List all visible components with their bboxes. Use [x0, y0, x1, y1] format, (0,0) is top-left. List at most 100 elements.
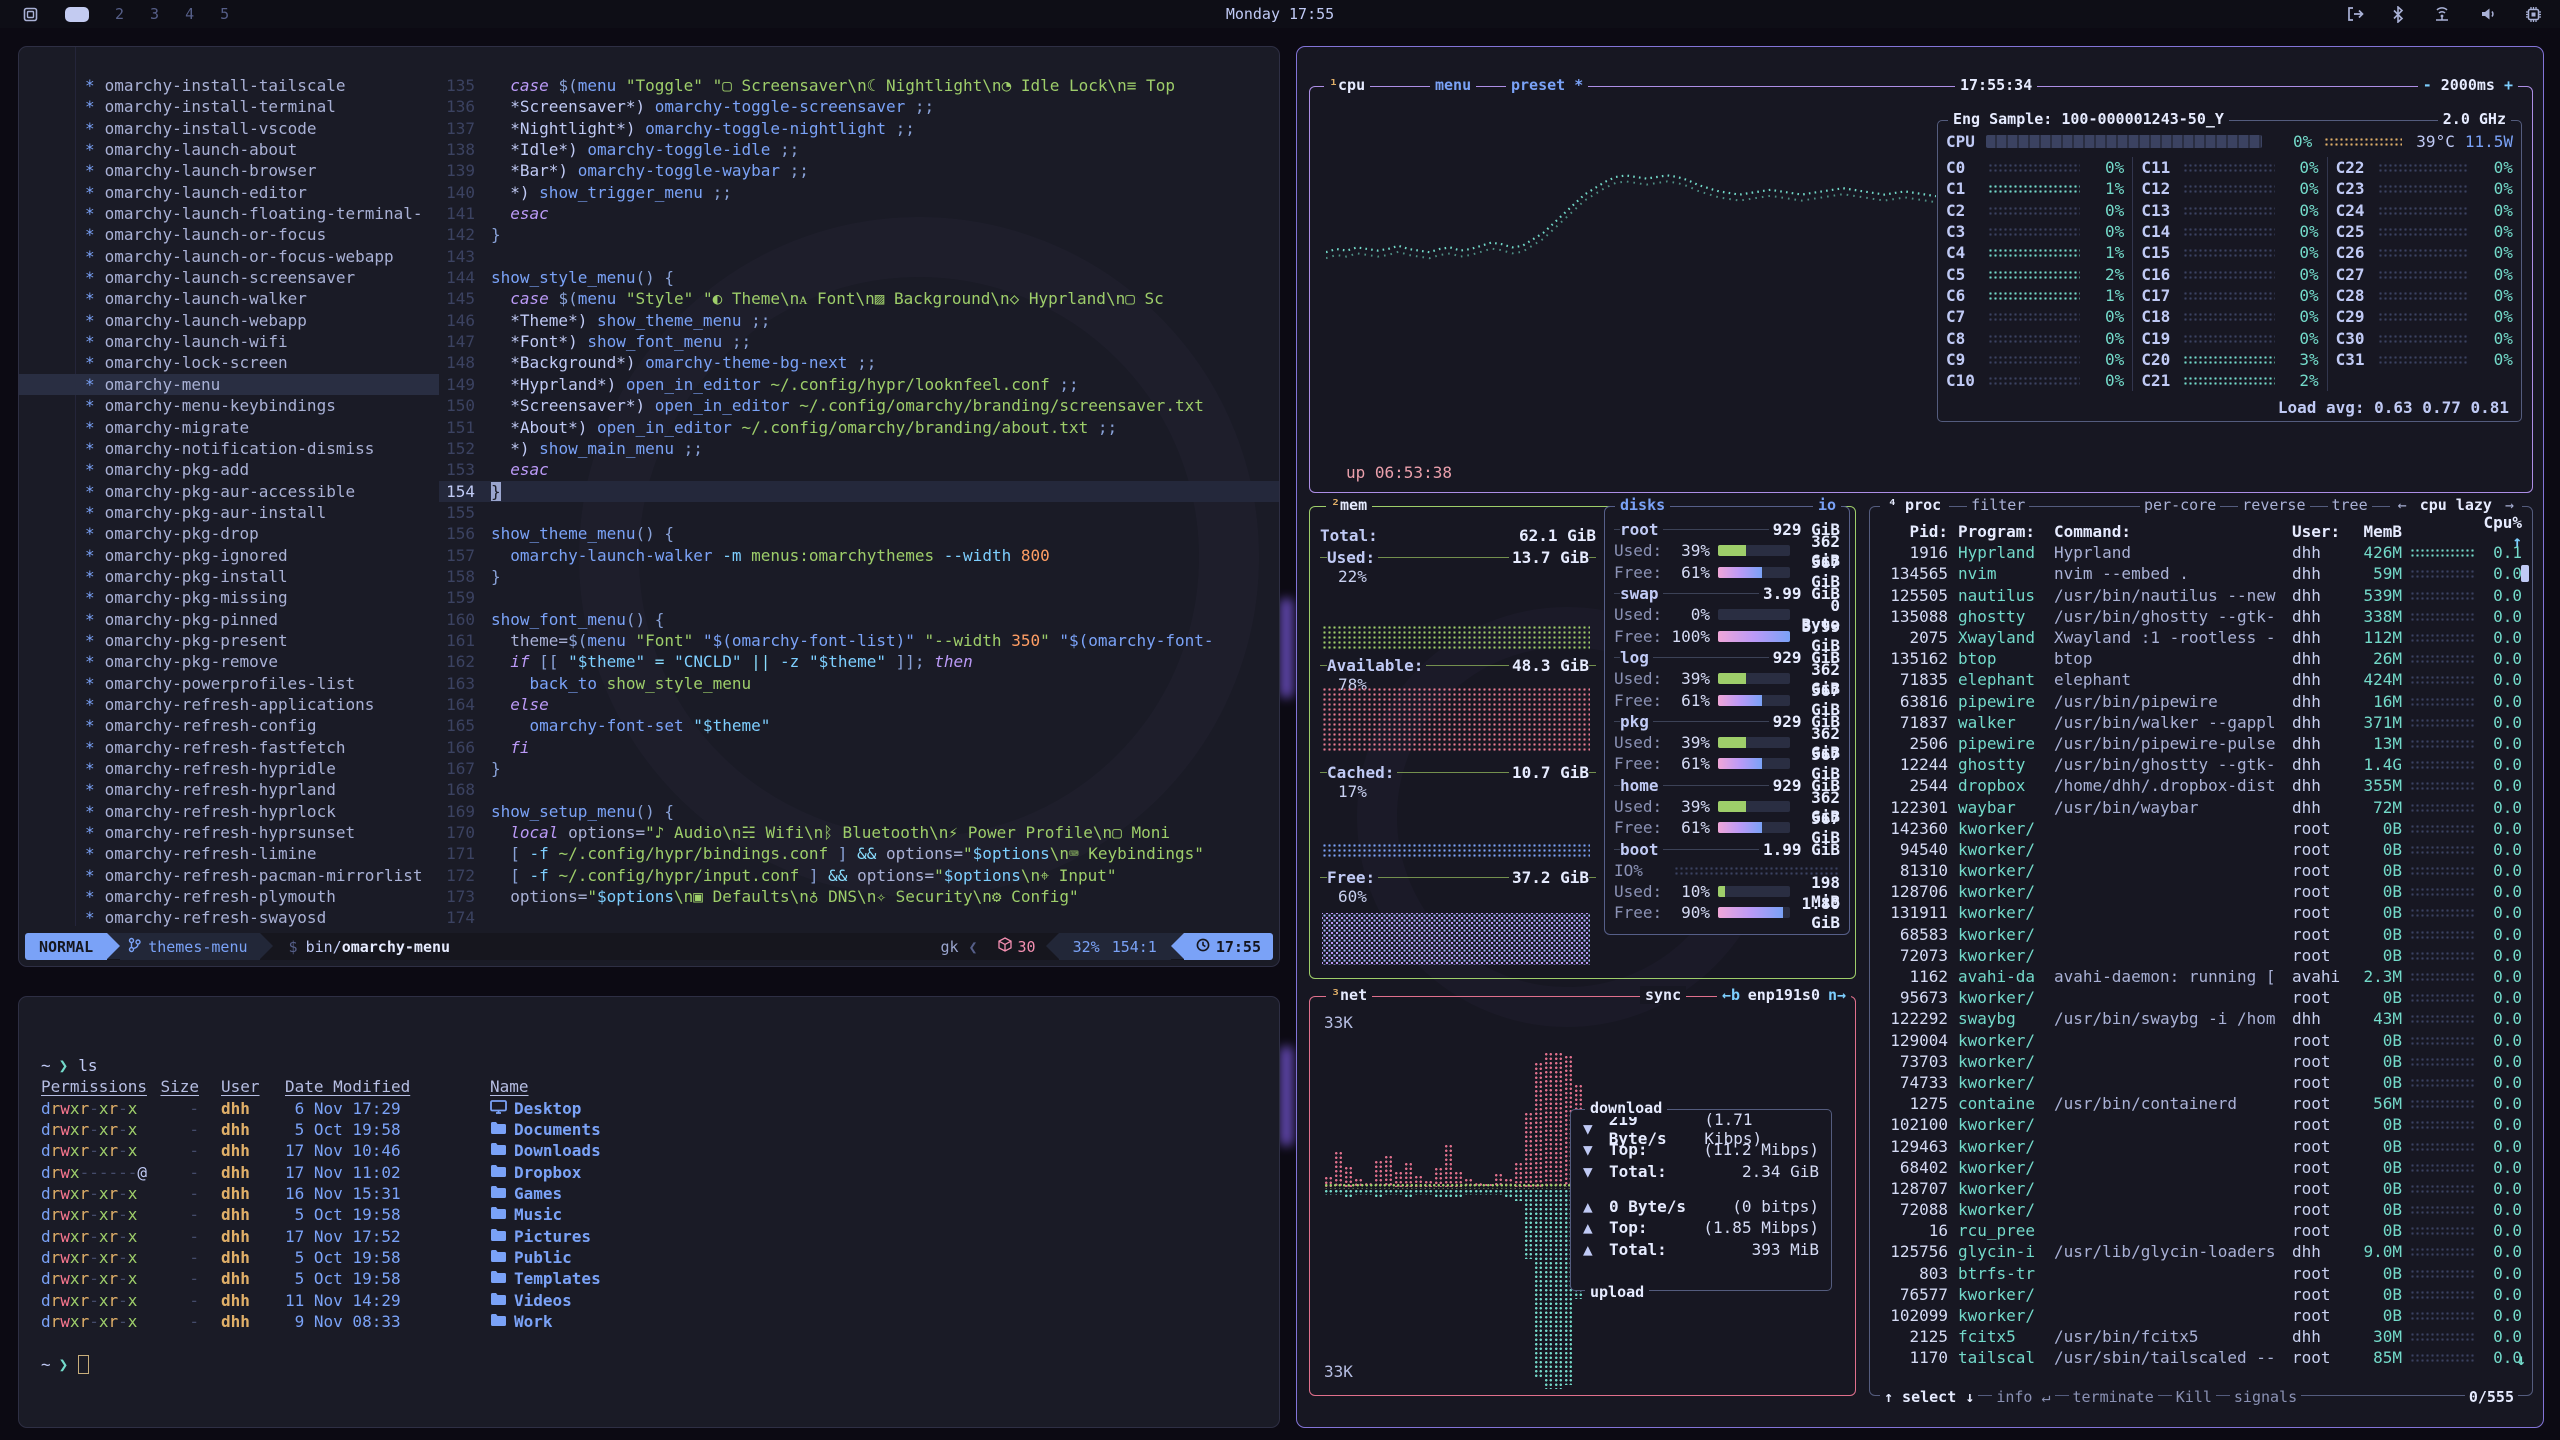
- process-row[interactable]: 803btrfs-trroot0B0.0: [1870, 1263, 2532, 1284]
- code-line[interactable]: 164 else: [439, 694, 1279, 715]
- process-row[interactable]: 94540kworker/root0B0.0: [1870, 839, 2532, 860]
- code-line[interactable]: 158}: [439, 566, 1279, 587]
- code-line[interactable]: 162 if [[ "$theme" = "CNCLD" || -z "$the…: [439, 651, 1279, 672]
- process-row[interactable]: 12244ghostty/usr/bin/ghostty --gtk-dhh1.…: [1870, 754, 2532, 775]
- file-item[interactable]: *omarchy-refresh-applications: [19, 694, 439, 715]
- code-line[interactable]: 163 back_to show_style_menu: [439, 673, 1279, 694]
- process-row[interactable]: 2544dropbox/home/dhh/.dropbox-distdhh355…: [1870, 775, 2532, 796]
- code-line[interactable]: 143: [439, 246, 1279, 267]
- clock[interactable]: Monday 17:55: [1226, 5, 1334, 23]
- process-row[interactable]: 1275containe/usr/bin/containerdroot56M0.…: [1870, 1093, 2532, 1114]
- code-line[interactable]: 147 *Font*) show_font_menu ;;: [439, 331, 1279, 352]
- code-line[interactable]: 138 *Idle*) omarchy-toggle-idle ;;: [439, 139, 1279, 160]
- code-line[interactable]: 165 omarchy-font-set "$theme": [439, 715, 1279, 736]
- process-row[interactable]: 135162btopbtopdhh26M0.0: [1870, 648, 2532, 669]
- process-row[interactable]: 125756glycin-i/usr/lib/glycin-loadersdhh…: [1870, 1241, 2532, 1262]
- code-line[interactable]: 137 *Nightlight*) omarchy-toggle-nightli…: [439, 118, 1279, 139]
- process-row[interactable]: 71835elephantelephantdhh424M0.0: [1870, 669, 2532, 690]
- file-item[interactable]: *omarchy-launch-webapp: [19, 310, 439, 331]
- process-row[interactable]: 122301waybar/usr/bin/waybardhh72M0.0: [1870, 796, 2532, 817]
- file-item[interactable]: *omarchy-refresh-hyprsunset: [19, 822, 439, 843]
- process-row[interactable]: 63816pipewire/usr/bin/pipewiredhh16M0.0: [1870, 691, 2532, 712]
- process-row[interactable]: 68583kworker/root0B0.0: [1870, 924, 2532, 945]
- file-item[interactable]: *omarchy-refresh-hypridle: [19, 758, 439, 779]
- file-item[interactable]: *omarchy-refresh-hyprlock: [19, 801, 439, 822]
- file-item[interactable]: *omarchy-refresh-hyprland: [19, 779, 439, 800]
- code-line[interactable]: 153 esac: [439, 459, 1279, 480]
- code-line[interactable]: 155: [439, 502, 1279, 523]
- preset-button[interactable]: preset *: [1506, 76, 1588, 94]
- file-item[interactable]: *omarchy-pkg-drop: [19, 523, 439, 544]
- file-item[interactable]: *omarchy-menu: [19, 374, 439, 395]
- code-line[interactable]: 154}: [439, 481, 1279, 502]
- process-row[interactable]: 76577kworker/root0B0.0: [1870, 1284, 2532, 1305]
- code-line[interactable]: 167}: [439, 758, 1279, 779]
- process-row[interactable]: 2075XwaylandXwayland :1 -rootless -dhh11…: [1870, 627, 2532, 648]
- file-item[interactable]: *omarchy-launch-editor: [19, 182, 439, 203]
- file-item[interactable]: *omarchy-powerprofiles-list: [19, 673, 439, 694]
- file-item[interactable]: *omarchy-launch-screensaver: [19, 267, 439, 288]
- code-line[interactable]: 170 local options="♪ Audio\n☵ Wifi\nᛒ Bl…: [439, 822, 1279, 843]
- code-line[interactable]: 172 [ -f ~/.config/hypr/input.conf ] && …: [439, 865, 1279, 886]
- file-item[interactable]: *omarchy-migrate: [19, 417, 439, 438]
- terminal-buffer[interactable]: ~❯ls Permissions Size User Date Modified…: [41, 1055, 1269, 1375]
- code-line[interactable]: 135 case $(menu "Toggle" "▢ Screensaver\…: [439, 75, 1279, 96]
- process-row[interactable]: 74733kworker/root0B0.0: [1870, 1072, 2532, 1093]
- mem-box-title[interactable]: ²mem: [1326, 496, 1372, 514]
- process-row[interactable]: 2125fcitx5/usr/bin/fcitx5dhh30M0.0: [1870, 1326, 2532, 1347]
- per-core-button[interactable]: per-core: [2140, 496, 2220, 514]
- file-item[interactable]: *omarchy-refresh-fastfetch: [19, 737, 439, 758]
- file-item[interactable]: *omarchy-pkg-missing: [19, 587, 439, 608]
- process-row[interactable]: 142360kworker/root0B0.0: [1870, 818, 2532, 839]
- process-row[interactable]: 129463kworker/root0B0.0: [1870, 1135, 2532, 1156]
- volume-icon[interactable]: [2480, 6, 2497, 22]
- code-line[interactable]: 152 *) show_main_menu ;;: [439, 438, 1279, 459]
- file-item[interactable]: *omarchy-lock-screen: [19, 352, 439, 373]
- file-item[interactable]: *omarchy-pkg-pinned: [19, 609, 439, 630]
- workspace-1-active[interactable]: [65, 7, 89, 22]
- code-line[interactable]: 136 *Screensaver*) omarchy-toggle-screen…: [439, 96, 1279, 117]
- logout-icon[interactable]: [2346, 6, 2364, 22]
- code-line[interactable]: 140 *) show_trigger_menu ;;: [439, 182, 1279, 203]
- code-line[interactable]: 160show_font_menu() {: [439, 609, 1279, 630]
- process-row[interactable]: 135088ghostty/usr/bin/ghostty --gtk-dhh3…: [1870, 606, 2532, 627]
- update-interval[interactable]: - 2000ms +: [2418, 76, 2518, 94]
- file-item[interactable]: *omarchy-pkg-remove: [19, 651, 439, 672]
- file-item[interactable]: *omarchy-launch-walker: [19, 288, 439, 309]
- code-line[interactable]: 168: [439, 779, 1279, 800]
- code-line[interactable]: 166 fi: [439, 737, 1279, 758]
- workspace-3[interactable]: 3: [150, 5, 159, 23]
- file-item[interactable]: *omarchy-menu-keybindings: [19, 395, 439, 416]
- file-item[interactable]: *omarchy-launch-or-focus-webapp: [19, 246, 439, 267]
- code-line[interactable]: 169show_setup_menu() {: [439, 801, 1279, 822]
- terminate-control[interactable]: terminate: [2069, 1388, 2158, 1406]
- code-line[interactable]: 148 *Background*) omarchy-theme-bg-next …: [439, 352, 1279, 373]
- info-control[interactable]: info ↵: [1992, 1388, 2054, 1406]
- process-row[interactable]: 2506pipewire/usr/bin/pipewire-pulsedhh13…: [1870, 733, 2532, 754]
- file-item[interactable]: *omarchy-notification-dismiss: [19, 438, 439, 459]
- file-item[interactable]: *omarchy-launch-about: [19, 139, 439, 160]
- code-line[interactable]: 150 *Screensaver*) open_in_editor ~/.con…: [439, 395, 1279, 416]
- file-item[interactable]: *omarchy-refresh-plymouth: [19, 886, 439, 907]
- net-iface-next[interactable]: n→: [1823, 986, 1851, 1004]
- code-line[interactable]: 161 theme=$(menu "Font" "$(omarchy-font-…: [439, 630, 1279, 651]
- process-row[interactable]: 129004kworker/root0B0.0: [1870, 1030, 2532, 1051]
- process-row[interactable]: 125505nautilus/usr/bin/nautilus --newdhh…: [1870, 585, 2532, 606]
- net-iface-prev[interactable]: ←b: [1717, 986, 1745, 1004]
- file-item[interactable]: *omarchy-launch-floating-terminal-: [19, 203, 439, 224]
- code-line[interactable]: 173 options="$options\n▣ Defaults\n♁ DNS…: [439, 886, 1279, 907]
- code-line[interactable]: 174: [439, 907, 1279, 928]
- process-row[interactable]: 16rcu_preeroot0B0.0: [1870, 1220, 2532, 1241]
- code-line[interactable]: 144show_style_menu() {: [439, 267, 1279, 288]
- proc-box-title[interactable]: ⁴proc: [1880, 496, 1949, 514]
- file-item[interactable]: *omarchy-refresh-pacman-mirrorlist: [19, 865, 439, 886]
- code-buffer[interactable]: 135 case $(menu "Toggle" "▢ Screensaver\…: [439, 75, 1279, 929]
- process-row[interactable]: 71837walker/usr/bin/walker --gappldhh371…: [1870, 712, 2532, 733]
- process-row[interactable]: 131911kworker/root0B0.0: [1870, 902, 2532, 923]
- proc-scrollbar-thumb[interactable]: [2521, 565, 2529, 582]
- process-row[interactable]: 1162avahi-daavahi-daemon: running [avahi…: [1870, 966, 2532, 987]
- code-line[interactable]: 157 omarchy-launch-walker -m menus:omarc…: [439, 545, 1279, 566]
- select-control[interactable]: ↑ select ↓: [1880, 1388, 1978, 1406]
- file-item[interactable]: *omarchy-pkg-aur-install: [19, 502, 439, 523]
- workspace-2[interactable]: 2: [115, 5, 124, 23]
